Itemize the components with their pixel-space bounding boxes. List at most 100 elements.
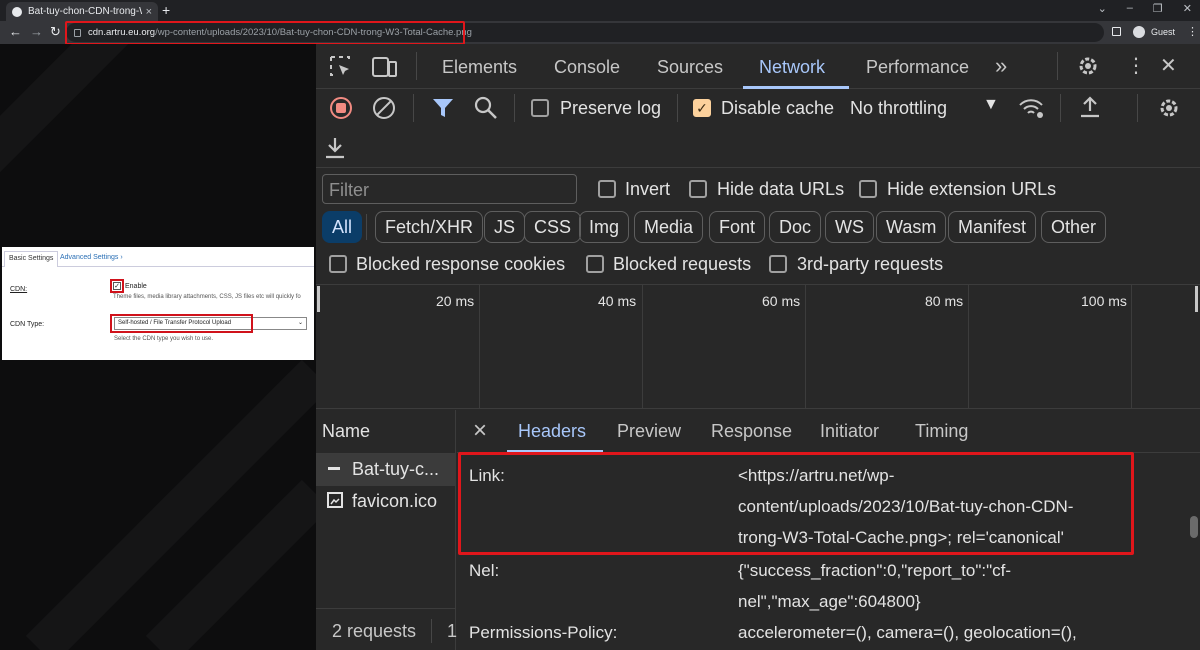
- profile-name: Guest: [1151, 26, 1176, 37]
- hide-extension-urls-label: Hide extension URLs: [887, 179, 1057, 199]
- divider: [1060, 94, 1061, 122]
- header-value-nel: {"success_fraction":0,"report_to":"cf- n…: [738, 555, 1011, 617]
- scrollbar-thumb[interactable]: [1190, 516, 1198, 538]
- request-name[interactable]: Bat-tuy-c...: [352, 459, 439, 480]
- tab-sources[interactable]: Sources: [657, 57, 723, 78]
- request-count: 2 requests: [332, 621, 417, 641]
- tab-advanced-settings[interactable]: Advanced Settings ›: [56, 251, 127, 267]
- reload-icon[interactable]: ↻: [50, 24, 61, 40]
- tab-response[interactable]: Response: [711, 421, 792, 442]
- tab-close-icon[interactable]: ×: [146, 6, 152, 18]
- transferred-size: 1: [447, 621, 458, 641]
- more-options-icon[interactable]: ⋮: [1126, 53, 1146, 78]
- throttling-dropdown-icon[interactable]: ▼: [983, 96, 999, 114]
- hide-extension-urls-checkbox[interactable]: [859, 180, 877, 198]
- tab-search-icon[interactable]: ⌄: [1098, 2, 1107, 15]
- close-window-button[interactable]: ✕: [1183, 2, 1192, 15]
- divider: [1057, 52, 1058, 80]
- search-icon[interactable]: [474, 96, 498, 120]
- device-toolbar-icon[interactable]: [372, 55, 398, 79]
- filter-funnel-icon[interactable]: [432, 97, 454, 119]
- tab-performance[interactable]: Performance: [866, 57, 969, 78]
- third-party-label: 3rd-party requests: [797, 254, 944, 274]
- export-har-icon[interactable]: [323, 136, 347, 160]
- tab-timing[interactable]: Timing: [915, 421, 968, 442]
- name-column-header[interactable]: Name: [322, 421, 370, 442]
- third-party-checkbox[interactable]: [769, 255, 787, 273]
- divider: [413, 94, 414, 122]
- new-tab-button[interactable]: +: [162, 2, 170, 18]
- header-value-permissions-policy: accelerometer=(), camera=(), geolocation…: [738, 617, 1077, 648]
- profile-button[interactable]: Guest ⋮: [1112, 25, 1198, 38]
- enable-hint: Theme files, media library attachments, …: [113, 294, 301, 300]
- filter-chip-font[interactable]: Font: [709, 211, 766, 243]
- timeline-right-handle[interactable]: [1195, 286, 1198, 312]
- tab-network[interactable]: Network: [759, 57, 825, 78]
- url-highlight-box: [65, 21, 465, 45]
- tab-initiator[interactable]: Initiator: [820, 421, 879, 442]
- tab-basic-settings[interactable]: Basic Settings: [4, 251, 59, 267]
- settings-gear-icon[interactable]: [1076, 54, 1100, 78]
- forward-arrow-icon[interactable]: →: [30, 24, 43, 39]
- filter-chip-js[interactable]: JS: [484, 211, 526, 243]
- filter-chip-all[interactable]: All: [322, 211, 362, 243]
- grid-line: [805, 285, 806, 409]
- link-highlight-box: [458, 452, 1134, 555]
- timeline-tick: 40 ms: [598, 293, 637, 309]
- filter-chip-img[interactable]: Img: [579, 211, 630, 243]
- import-har-icon[interactable]: [1078, 95, 1102, 119]
- clear-icon[interactable]: [372, 96, 396, 120]
- divider: [514, 94, 515, 122]
- timeline-tick: 80 ms: [925, 293, 964, 309]
- header-value-line: {"success_fraction":0,"report_to":"cf-: [738, 561, 1012, 580]
- request-name[interactable]: favicon.ico: [352, 491, 437, 512]
- network-settings-gear-icon[interactable]: [1157, 96, 1181, 120]
- invert-checkbox[interactable]: [598, 180, 616, 198]
- enable-label: Enable: [125, 283, 147, 290]
- grid-line: [1131, 285, 1132, 409]
- blocked-requests-checkbox[interactable]: [586, 255, 604, 273]
- blocked-cookies-checkbox[interactable]: [329, 255, 347, 273]
- record-stop-icon[interactable]: [329, 96, 353, 120]
- active-tab-underline: [743, 86, 849, 89]
- maximize-button[interactable]: ❐: [1153, 2, 1163, 15]
- preserve-log-checkbox[interactable]: [531, 99, 549, 117]
- minimize-button[interactable]: –: [1127, 2, 1133, 15]
- more-tabs-icon[interactable]: »: [995, 53, 1007, 79]
- close-devtools-icon[interactable]: ✕: [1160, 53, 1177, 78]
- filter-chip-media[interactable]: Media: [634, 211, 704, 243]
- menu-kebab-icon[interactable]: ⋮: [1187, 25, 1198, 38]
- timeline-tick: 20 ms: [436, 293, 475, 309]
- tab-console[interactable]: Console: [554, 57, 620, 78]
- disable-cache-checkbox[interactable]: [693, 99, 711, 117]
- throttling-select[interactable]: No throttling: [850, 98, 947, 119]
- filter-chip-wasm[interactable]: Wasm: [876, 211, 947, 243]
- inspect-element-icon[interactable]: [329, 55, 353, 79]
- sidepanel-icon[interactable]: [1112, 27, 1121, 36]
- filter-chip-doc[interactable]: Doc: [769, 211, 822, 243]
- filter-chip-ws[interactable]: WS: [825, 211, 874, 243]
- tab-title: Bat-tuy-chon-CDN-trong-W3-To: [28, 6, 142, 17]
- filter-chip-manifest[interactable]: Manifest: [948, 211, 1037, 243]
- tab-headers[interactable]: Headers: [518, 421, 586, 442]
- divider: [677, 94, 678, 122]
- filter-chip-css[interactable]: CSS: [524, 211, 582, 243]
- header-key-permissions-policy: Permissions-Policy:: [469, 623, 618, 642]
- hide-data-urls-checkbox[interactable]: [689, 180, 707, 198]
- back-arrow-icon[interactable]: ←: [9, 24, 22, 39]
- divider: [416, 52, 417, 80]
- browser-tab[interactable]: Bat-tuy-chon-CDN-trong-W3-To ×: [6, 2, 158, 21]
- enable-checkbox[interactable]: ✓: [113, 282, 121, 290]
- tab-preview[interactable]: Preview: [617, 421, 681, 442]
- filter-input[interactable]: Filter: [322, 174, 577, 204]
- embedded-screenshot: Basic Settings Advanced Settings › CDN: …: [2, 247, 314, 360]
- grid-line: [968, 285, 969, 409]
- divider: [431, 619, 432, 643]
- filter-chip-fetch-xhr[interactable]: Fetch/XHR: [375, 211, 484, 243]
- close-detail-icon[interactable]: ×: [473, 417, 487, 445]
- filter-chip-other[interactable]: Other: [1041, 211, 1107, 243]
- tab-elements[interactable]: Elements: [442, 57, 517, 78]
- timeline-left-handle[interactable]: [317, 286, 320, 312]
- network-conditions-icon[interactable]: [1018, 96, 1048, 120]
- blocked-requests-label: Blocked requests: [613, 254, 752, 274]
